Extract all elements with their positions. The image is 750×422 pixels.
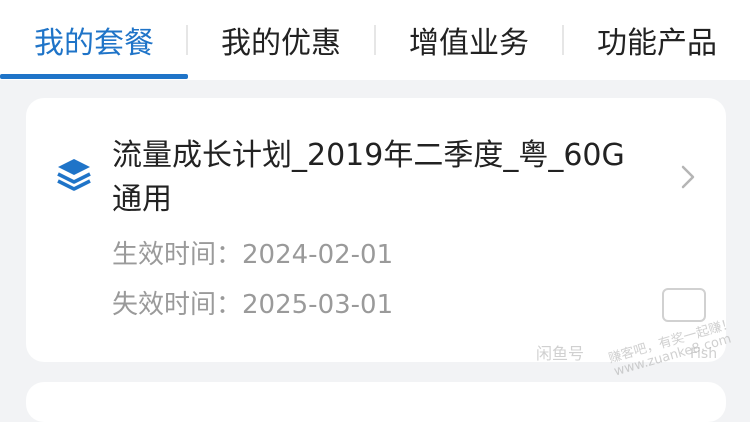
package-card[interactable]: 流量成长计划_2019年二季度_粤_60G通用 生效时间：2024-02-01 … (26, 98, 726, 362)
expiry-date-value: 2025-03-01 (242, 290, 394, 320)
expiry-date-label: 失效时间： (112, 290, 243, 320)
tab-bar: 我的套餐 我的优惠 增值业务 功能产品 (0, 0, 750, 80)
watermark-brand: 闲鱼号 (536, 344, 585, 363)
chevron-right-icon[interactable] (680, 164, 696, 190)
tab-value-added-services[interactable]: 增值业务 (376, 0, 562, 80)
effective-date-label: 生效时间： (112, 240, 243, 270)
effective-date-row: 生效时间：2024-02-01 (112, 234, 393, 271)
layers-icon (57, 159, 91, 191)
next-package-card[interactable] (26, 382, 726, 422)
expiry-date-row: 失效时间：2025-03-01 (112, 284, 393, 321)
tab-feature-products[interactable]: 功能产品 (564, 0, 750, 80)
effective-date-value: 2024-02-01 (242, 240, 394, 270)
tab-my-package[interactable]: 我的套餐 (0, 0, 188, 80)
tab-my-discounts[interactable]: 我的优惠 (188, 0, 374, 80)
package-title: 流量成长计划_2019年二季度_粤_60G通用 (112, 138, 625, 217)
watermark-suffix: Fish (690, 346, 718, 362)
active-tab-indicator (0, 74, 188, 79)
watermark-logo (662, 288, 706, 322)
